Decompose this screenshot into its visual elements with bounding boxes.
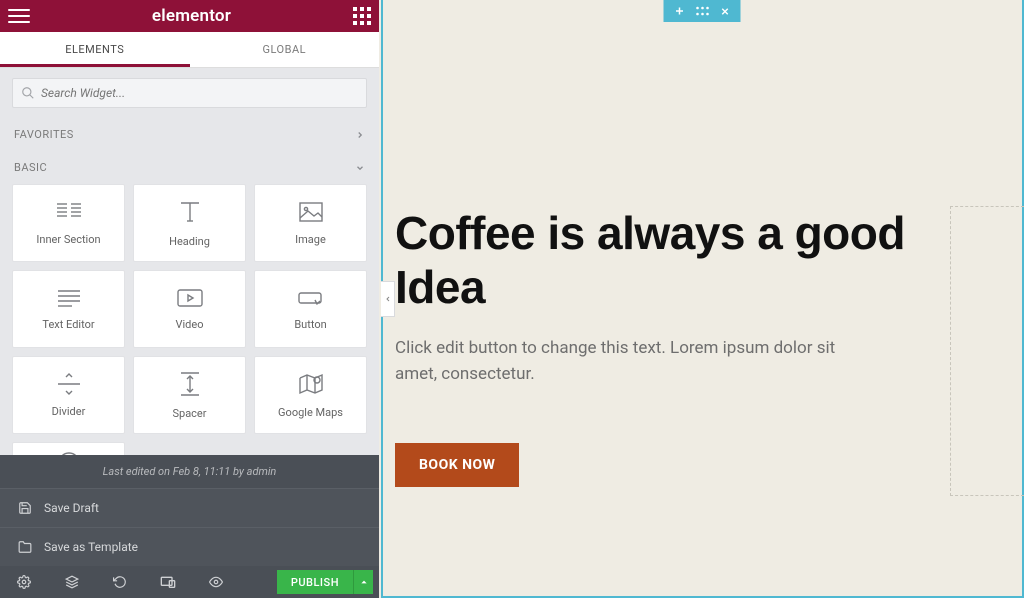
cta-button[interactable]: BOOK NOW [395, 443, 519, 487]
video-icon [176, 288, 204, 308]
navigator-button[interactable] [48, 566, 96, 598]
widget-label: Google Maps [278, 406, 343, 419]
widget-label: Image [295, 233, 326, 246]
gear-icon [17, 575, 31, 589]
subtext[interactable]: Click edit button to change this text. L… [395, 335, 865, 388]
apps-icon[interactable] [353, 7, 371, 25]
chevron-down-icon [355, 163, 365, 173]
brand-logo: elementor [152, 6, 231, 26]
button-icon [297, 288, 325, 308]
section-handle [663, 0, 740, 22]
headline-text[interactable]: Coffee is always a good Idea [395, 206, 984, 315]
history-icon [113, 575, 127, 589]
add-section-button[interactable] [673, 5, 685, 17]
widget-label: Divider [52, 405, 86, 418]
responsive-button[interactable] [144, 566, 192, 598]
section-content: Coffee is always a good Idea Click edit … [395, 206, 984, 487]
section-favorites[interactable]: FAVORITES [0, 118, 379, 151]
widget-label: Inner Section [36, 233, 100, 246]
image-icon [298, 201, 324, 223]
panel-header: elementor [0, 0, 379, 32]
heading-icon [177, 199, 203, 225]
panel-footer: PUBLISH [0, 566, 379, 598]
grip-icon [695, 6, 709, 16]
flyout-label: Save Draft [44, 501, 99, 515]
widget-image[interactable]: Image [254, 184, 367, 262]
search-input[interactable] [41, 86, 358, 100]
publish-button[interactable]: PUBLISH [277, 570, 353, 594]
panel-tabs: ELEMENTS GLOBAL [0, 32, 379, 68]
search-box [12, 78, 367, 108]
widget-label: Spacer [172, 407, 206, 420]
tab-global[interactable]: GLOBAL [190, 32, 380, 67]
divider-icon [56, 373, 82, 395]
section-basic[interactable]: BASIC [0, 151, 379, 184]
preview-canvas[interactable]: Coffee is always a good Idea Click edit … [379, 0, 1024, 598]
widget-button[interactable]: Button [254, 270, 367, 348]
layers-icon [65, 575, 79, 589]
save-draft-item[interactable]: Save Draft [0, 488, 379, 527]
search-icon [21, 86, 35, 100]
plus-icon [673, 5, 685, 17]
drag-section-handle[interactable] [695, 6, 709, 16]
menu-icon[interactable] [8, 5, 30, 27]
widget-divider[interactable]: Divider [12, 356, 125, 434]
history-button[interactable] [96, 566, 144, 598]
save-options-flyout: Last edited on Feb 8, 11:11 by admin Sav… [0, 455, 379, 566]
collapse-panel-tab[interactable] [381, 281, 395, 317]
inner-section-icon [55, 201, 83, 223]
eye-icon [208, 575, 224, 589]
widget-heading[interactable]: Heading [133, 184, 246, 262]
save-icon [18, 501, 32, 515]
folder-icon [18, 540, 32, 554]
text-editor-icon [56, 288, 82, 308]
widget-label: Video [176, 318, 204, 331]
widgets-grid: Inner Section Heading Image Text Editor … [0, 184, 379, 492]
close-icon [719, 6, 730, 17]
widget-spacer[interactable]: Spacer [133, 356, 246, 434]
image-placeholder[interactable] [950, 206, 1024, 496]
last-edited-meta: Last edited on Feb 8, 11:11 by admin [0, 455, 379, 488]
widget-video[interactable]: Video [133, 270, 246, 348]
spacer-icon [179, 371, 201, 397]
save-template-item[interactable]: Save as Template [0, 527, 379, 566]
section-label: BASIC [14, 161, 47, 174]
settings-button[interactable] [0, 566, 48, 598]
devices-icon [160, 575, 176, 589]
widget-label: Text Editor [42, 318, 94, 331]
widget-text-editor[interactable]: Text Editor [12, 270, 125, 348]
widget-google-maps[interactable]: Google Maps [254, 356, 367, 434]
preview-button[interactable] [192, 566, 240, 598]
widget-inner-section[interactable]: Inner Section [12, 184, 125, 262]
publish-options-caret[interactable] [353, 570, 373, 594]
tab-elements[interactable]: ELEMENTS [0, 32, 190, 67]
caret-up-icon [360, 578, 368, 586]
widget-label: Heading [169, 235, 210, 248]
chevron-right-icon [355, 130, 365, 140]
flyout-label: Save as Template [44, 540, 138, 554]
map-icon [298, 372, 324, 396]
section-label: FAVORITES [14, 128, 74, 141]
widget-label: Button [294, 318, 326, 331]
chevron-left-icon [384, 294, 392, 304]
editor-panel: elementor ELEMENTS GLOBAL FAVORITES BASI… [0, 0, 379, 598]
delete-section-button[interactable] [719, 6, 730, 17]
